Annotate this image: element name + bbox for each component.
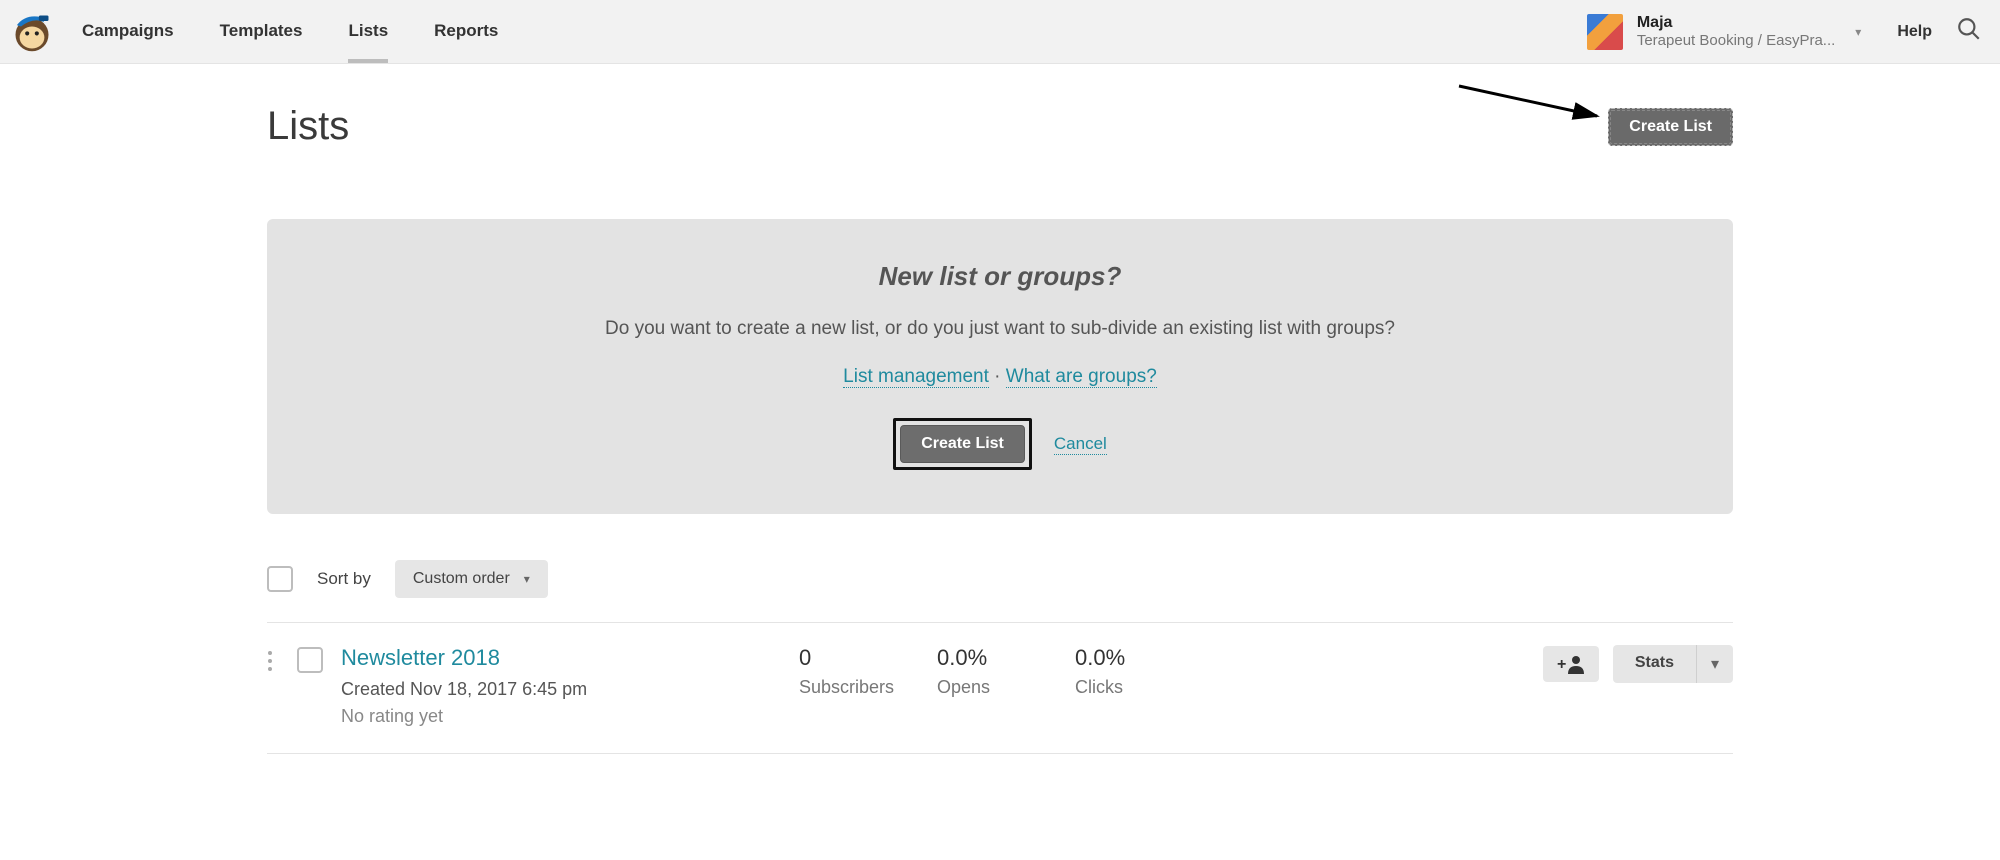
opens-value: 0.0% [937, 645, 1057, 671]
create-list-button-top[interactable]: Create List [1608, 108, 1733, 146]
row-main: Newsletter 2018 Created Nov 18, 2017 6:4… [341, 645, 781, 727]
stats-dropdown[interactable]: ▾ [1696, 645, 1733, 683]
clicks-label: Clicks [1075, 677, 1195, 698]
opens-label: Opens [937, 677, 1057, 698]
list-created: Created Nov 18, 2017 6:45 pm [341, 679, 781, 700]
row-actions: + Stats ▾ [1543, 645, 1733, 683]
link-what-are-groups[interactable]: What are groups? [1006, 366, 1157, 388]
stat-subscribers: 0 Subscribers [799, 645, 919, 698]
row-checkbox[interactable] [297, 647, 323, 673]
annotation-arrow [1457, 82, 1607, 132]
cancel-link[interactable]: Cancel [1054, 434, 1107, 455]
panel-heading: New list or groups? [307, 261, 1693, 292]
nav-reports[interactable]: Reports [434, 1, 498, 63]
link-list-management[interactable]: List management [843, 366, 989, 388]
page: Lists Create List New list or groups? Do… [265, 64, 1735, 754]
list-rating: No rating yet [341, 706, 781, 727]
stat-opens: 0.0% Opens [937, 645, 1057, 698]
list-row: Newsletter 2018 Created Nov 18, 2017 6:4… [267, 622, 1733, 754]
sort-row: Sort by Custom order ▾ [267, 560, 1733, 622]
panel-body: Do you want to create a new list, or do … [307, 318, 1693, 340]
avatar [1587, 14, 1623, 50]
chevron-down-icon: ▾ [1711, 656, 1719, 673]
nav-campaigns[interactable]: Campaigns [82, 1, 174, 63]
highlight-box: Create List [893, 418, 1032, 470]
add-subscriber-button[interactable]: + [1543, 646, 1599, 682]
drag-handle-icon[interactable] [267, 645, 279, 678]
top-nav: Campaigns Templates Lists Reports Maja T… [0, 0, 2000, 64]
svg-text:+: + [1557, 656, 1566, 673]
page-title: Lists [267, 104, 349, 149]
list-title[interactable]: Newsletter 2018 [341, 645, 781, 671]
sort-label: Sort by [317, 569, 371, 589]
chevron-down-icon: ▾ [524, 572, 530, 586]
account-sub: Terapeut Booking / EasyPra... [1637, 32, 1835, 50]
stats-split-button: Stats ▾ [1613, 645, 1733, 683]
nav-templates[interactable]: Templates [220, 1, 303, 63]
chevron-down-icon: ▾ [1855, 25, 1861, 39]
clicks-value: 0.0% [1075, 645, 1195, 671]
panel-actions: Create List Cancel [307, 418, 1693, 470]
page-header: Lists Create List [267, 64, 1733, 163]
add-person-icon: + [1557, 654, 1585, 674]
account-menu[interactable]: Maja Terapeut Booking / EasyPra... ▾ [1587, 13, 1861, 50]
help-link[interactable]: Help [1897, 23, 1932, 41]
separator: · [989, 366, 1006, 387]
stat-clicks: 0.0% Clicks [1075, 645, 1195, 698]
select-all-checkbox[interactable] [267, 566, 293, 592]
brand-logo[interactable] [10, 10, 54, 54]
panel-links: List management · What are groups? [307, 366, 1693, 388]
nav-links: Campaigns Templates Lists Reports [82, 1, 498, 63]
sort-select[interactable]: Custom order ▾ [395, 560, 548, 598]
account-text: Maja Terapeut Booking / EasyPra... [1637, 13, 1835, 50]
search-icon[interactable] [1956, 16, 1982, 47]
sort-selected: Custom order [413, 570, 510, 588]
subscribers-value: 0 [799, 645, 919, 671]
subscribers-label: Subscribers [799, 677, 919, 698]
info-panel: New list or groups? Do you want to creat… [267, 219, 1733, 514]
create-list-button-panel[interactable]: Create List [900, 425, 1025, 463]
stats-button[interactable]: Stats [1613, 645, 1696, 683]
account-name: Maja [1637, 13, 1835, 32]
nav-lists[interactable]: Lists [348, 1, 388, 63]
